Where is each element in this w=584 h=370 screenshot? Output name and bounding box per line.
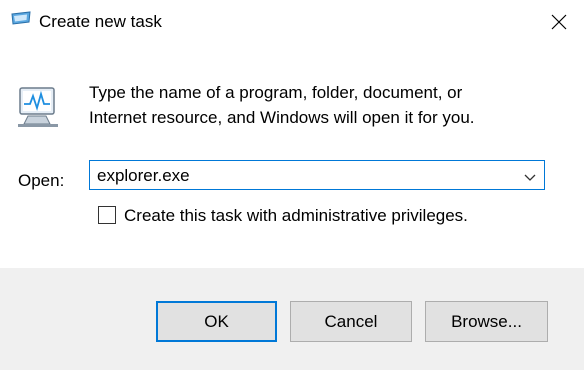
chevron-down-icon[interactable]	[524, 170, 536, 181]
description-line-1: Type the name of a program, folder, docu…	[89, 83, 463, 102]
close-button[interactable]	[534, 0, 584, 44]
admin-privileges-checkbox[interactable]	[98, 206, 116, 224]
cancel-button[interactable]: Cancel	[290, 301, 412, 342]
admin-privileges-label[interactable]: Create this task with administrative pri…	[124, 206, 468, 226]
run-program-icon	[14, 80, 66, 132]
close-icon	[551, 14, 567, 30]
ok-button[interactable]: OK	[156, 301, 277, 342]
open-input[interactable]: explorer.exe	[97, 165, 190, 186]
dialog-content: Type the name of a program, folder, docu…	[0, 44, 584, 268]
description-line-2: Internet resource, and Windows will open…	[89, 108, 475, 127]
button-bar: OK Cancel Browse...	[0, 268, 584, 370]
browse-button[interactable]: Browse...	[425, 301, 548, 342]
open-label: Open:	[18, 171, 65, 190]
title-bar: Create new task	[0, 0, 584, 44]
run-icon	[10, 10, 32, 30]
dialog-description: Type the name of a program, folder, docu…	[89, 80, 559, 130]
window-title: Create new task	[39, 12, 162, 31]
open-combobox[interactable]: explorer.exe	[89, 160, 545, 190]
